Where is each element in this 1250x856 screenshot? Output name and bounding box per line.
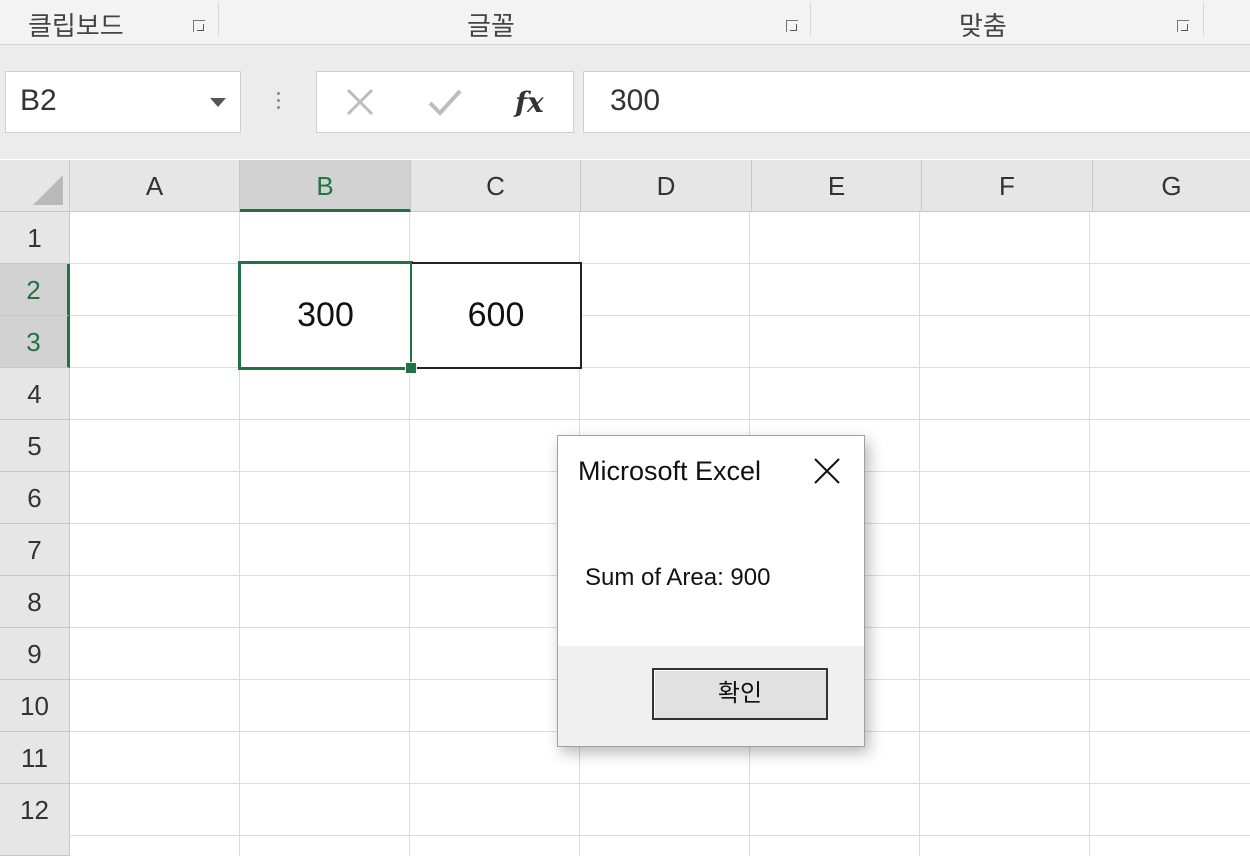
cell-c2-merged[interactable]: 600 bbox=[412, 262, 582, 369]
name-box[interactable]: B2 bbox=[5, 71, 241, 133]
formula-bar: B2 fx 300 bbox=[0, 45, 1250, 159]
close-icon[interactable] bbox=[812, 456, 842, 486]
ribbon-group-clipboard-label: 클립보드 bbox=[28, 12, 124, 42]
fill-handle[interactable] bbox=[405, 362, 417, 374]
ribbon-group-alignment-label: 맞춤 bbox=[959, 12, 1007, 42]
row-header-3[interactable]: 3 bbox=[0, 316, 70, 368]
dialog-footer: 확인 bbox=[558, 646, 864, 746]
row-header-10[interactable]: 10 bbox=[0, 680, 70, 732]
chevron-down-icon[interactable] bbox=[210, 98, 226, 107]
formula-buttons: fx bbox=[316, 71, 574, 133]
dialog-launcher-icon[interactable] bbox=[193, 20, 205, 32]
column-header-f[interactable]: F bbox=[922, 160, 1093, 212]
cell-b2-merged[interactable]: 300 bbox=[238, 261, 413, 370]
formula-input-value: 300 bbox=[610, 84, 661, 117]
column-header-d[interactable]: D bbox=[581, 160, 752, 212]
column-header-g[interactable]: G bbox=[1093, 160, 1250, 212]
column-header-a[interactable]: A bbox=[70, 160, 240, 212]
ribbon-separator bbox=[1203, 2, 1204, 36]
row-header-6[interactable]: 6 bbox=[0, 472, 70, 524]
row-header-11[interactable]: 11 bbox=[0, 732, 70, 784]
row-header-2[interactable]: 2 bbox=[0, 264, 70, 316]
row-header-8[interactable]: 8 bbox=[0, 576, 70, 628]
ribbon-group-bar: 클립보드 글꼴 맞춤 bbox=[0, 0, 1250, 45]
row-header-1[interactable]: 1 bbox=[0, 212, 70, 264]
row-header-9[interactable]: 9 bbox=[0, 628, 70, 680]
ribbon-group-clipboard: 클립보드 bbox=[0, 0, 218, 44]
formula-input[interactable]: 300 bbox=[583, 71, 1250, 133]
column-header-b[interactable]: B bbox=[240, 160, 411, 212]
ribbon-group-alignment: 맞춤 bbox=[811, 0, 1203, 44]
row-header-5[interactable]: 5 bbox=[0, 420, 70, 472]
dialog-launcher-icon[interactable] bbox=[1177, 20, 1189, 32]
ribbon-group-font-label: 글꼴 bbox=[467, 12, 515, 42]
dialog-title: Microsoft Excel bbox=[578, 456, 762, 486]
more-options-icon[interactable] bbox=[275, 89, 281, 119]
insert-function-icon[interactable]: fx bbox=[515, 86, 544, 119]
ribbon-group-font: 글꼴 bbox=[219, 0, 810, 44]
row-header-12[interactable]: 12 bbox=[0, 784, 70, 856]
cancel-icon[interactable] bbox=[345, 85, 375, 127]
select-all-icon bbox=[33, 175, 63, 205]
name-box-value: B2 bbox=[20, 84, 57, 117]
dialog-launcher-icon[interactable] bbox=[786, 20, 798, 32]
row-header-4[interactable]: 4 bbox=[0, 368, 70, 420]
dialog-message: Sum of Area: 900 bbox=[585, 564, 771, 591]
check-icon[interactable] bbox=[427, 85, 463, 127]
select-all-button[interactable] bbox=[0, 160, 70, 212]
column-header-e[interactable]: E bbox=[752, 160, 922, 212]
ok-button[interactable]: 확인 bbox=[652, 668, 828, 720]
message-dialog: Microsoft Excel Sum of Area: 900 확인 bbox=[557, 435, 865, 747]
column-header-c[interactable]: C bbox=[411, 160, 581, 212]
row-header-7[interactable]: 7 bbox=[0, 524, 70, 576]
